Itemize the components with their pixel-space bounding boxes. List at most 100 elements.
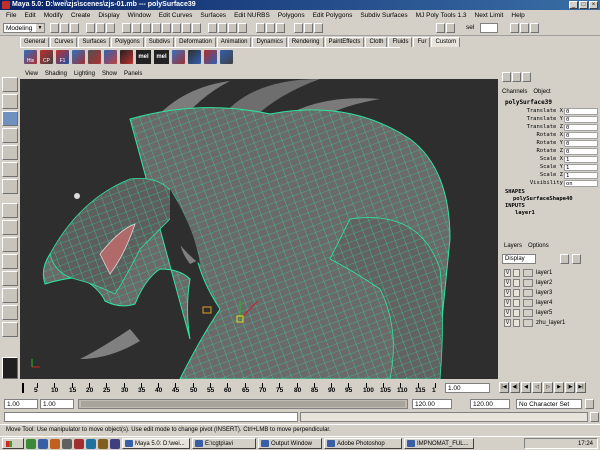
maximize-button[interactable]: □ <box>579 1 588 9</box>
menu-help[interactable]: Help <box>507 12 528 19</box>
menu-modify[interactable]: Modify <box>40 12 67 19</box>
menu-polygons[interactable]: Polygons <box>274 12 309 19</box>
tab-dynamics[interactable]: Dynamics <box>252 37 287 47</box>
visibility-toggle[interactable]: V <box>504 309 511 317</box>
tab-cloth[interactable]: Cloth <box>365 37 388 47</box>
hypershade-layout-icon[interactable] <box>2 271 18 286</box>
quick-select-icon[interactable] <box>436 23 445 33</box>
attr-row[interactable]: Translate Z0 <box>500 124 600 132</box>
template-toggle[interactable] <box>513 309 520 317</box>
select-tool-icon[interactable] <box>2 77 18 92</box>
attr-value[interactable]: 1 <box>564 164 598 171</box>
attr-value[interactable]: 1 <box>564 172 598 179</box>
visibility-toggle[interactable]: V <box>504 289 511 297</box>
attr-value[interactable]: 0 <box>564 108 598 115</box>
mirror-icon[interactable] <box>204 50 217 64</box>
quicklaunch-icon[interactable] <box>98 438 108 449</box>
attr-value[interactable]: on <box>564 180 598 187</box>
attr-value[interactable]: 0 <box>564 140 598 147</box>
step-forward-key-button[interactable]: |▶ <box>565 382 575 393</box>
attr-row[interactable]: Translate Y0 <box>500 116 600 124</box>
select-hierarchy-icon[interactable] <box>86 23 95 33</box>
ipr-render-icon[interactable] <box>304 23 313 33</box>
tab-fluids[interactable]: Fluids <box>388 37 413 47</box>
new-scene-icon[interactable] <box>50 23 59 33</box>
attr-row[interactable]: Rotate X0 <box>500 132 600 140</box>
auto-key-icon[interactable] <box>585 399 594 409</box>
attr-value[interactable]: 1 <box>564 156 598 163</box>
play-forward-button[interactable]: ▷ <box>543 382 553 393</box>
tab-rendering[interactable]: Rendering <box>287 37 324 47</box>
show-tool-settings-icon[interactable] <box>520 23 529 33</box>
visibility-toggle[interactable]: V <box>504 319 511 327</box>
time-slider[interactable] <box>0 379 445 396</box>
object-name[interactable]: polySurface39 <box>505 99 552 106</box>
layer-color-swatch[interactable] <box>523 299 533 307</box>
attr-row[interactable]: Rotate Y0 <box>500 140 600 148</box>
tab-custom[interactable]: Custom <box>431 37 461 47</box>
show-attribute-editor-icon[interactable] <box>510 23 519 33</box>
script-editor-icon[interactable] <box>590 412 599 422</box>
mode-dropdown[interactable]: Modeling ▼ <box>3 23 45 33</box>
quicklaunch-icon[interactable] <box>86 438 96 449</box>
character-set-dropdown[interactable]: No Character Set <box>516 399 582 409</box>
step-back-key-button[interactable]: ◀| <box>510 382 520 393</box>
attr-value[interactable]: 0 <box>564 132 598 139</box>
menu-display[interactable]: Display <box>94 12 123 19</box>
mask-rendering-icon[interactable] <box>182 23 191 33</box>
layer-row[interactable]: Vlayer2 <box>504 279 598 288</box>
freeze-icon[interactable]: F1 <box>56 50 69 64</box>
layer-row[interactable]: Vzhu_layer1 <box>504 319 598 328</box>
current-time-indicator[interactable] <box>22 383 24 393</box>
menu-edit[interactable]: Edit <box>20 12 39 19</box>
mask-misc-icon[interactable] <box>192 23 201 33</box>
snap-curve-icon[interactable] <box>218 23 227 33</box>
attr-row[interactable]: Visibility on <box>500 180 600 188</box>
sel-input[interactable] <box>480 23 498 33</box>
channels-menu[interactable]: Channels <box>502 89 527 95</box>
attr-row[interactable]: Rotate Z0 <box>500 148 600 156</box>
four-view-icon[interactable] <box>2 220 18 235</box>
menu-mj-poly-tools[interactable]: MJ Poly Tools 1.3 <box>412 12 471 19</box>
menu-edit-nurbs[interactable]: Edit NURBS <box>230 12 274 19</box>
tab-painteffects[interactable]: PaintEffects <box>324 37 365 47</box>
layer-color-swatch[interactable] <box>523 269 533 277</box>
mask-deformers-icon[interactable] <box>162 23 171 33</box>
attr-row[interactable]: Scale Y1 <box>500 164 600 172</box>
visibility-toggle[interactable]: V <box>504 299 511 307</box>
layer-row[interactable]: Vlayer3 <box>504 289 598 298</box>
range-slider-handle[interactable] <box>81 401 405 407</box>
taskbar-item[interactable]: IMPNOMAT_FUL... <box>404 438 474 449</box>
playback-start-field[interactable]: 1.00 <box>40 399 74 409</box>
menu-next-limit[interactable]: Next Limit <box>471 12 508 19</box>
menu-subdiv-surfaces[interactable]: Subdiv Surfaces <box>356 12 411 19</box>
go-to-start-button[interactable]: |◀ <box>499 382 509 393</box>
select-object-icon[interactable] <box>96 23 105 33</box>
attr-value[interactable]: 0 <box>564 148 598 155</box>
shape-name[interactable]: polySurfaceShape40 <box>505 196 573 203</box>
tab-surfaces[interactable]: Surfaces <box>78 37 111 47</box>
layer-row[interactable]: Vlayer1 <box>504 269 598 278</box>
quicklaunch-icon[interactable] <box>74 438 84 449</box>
template-toggle[interactable] <box>513 279 520 287</box>
menu-edit-curves[interactable]: Edit Curves <box>155 12 197 19</box>
quicklaunch-icon[interactable] <box>62 438 72 449</box>
menu-create[interactable]: Create <box>67 12 95 19</box>
quicklaunch-icon[interactable] <box>110 438 120 449</box>
template-toggle[interactable] <box>513 269 520 277</box>
title-bar[interactable]: Maya 5.0: D:\wei\zjs\scenes\zjs-01.mb --… <box>0 0 600 10</box>
render-icon[interactable] <box>294 23 303 33</box>
open-scene-icon[interactable] <box>60 23 69 33</box>
mask-surfaces-icon[interactable] <box>152 23 161 33</box>
layer-editor-icon[interactable] <box>512 72 521 82</box>
tab-curves[interactable]: Curves <box>50 37 78 47</box>
panel-menu-view[interactable]: View <box>25 70 38 79</box>
history-icon[interactable]: His <box>24 50 37 64</box>
step-forward-button[interactable]: ▶ <box>554 382 564 393</box>
tool-icon[interactable] <box>2 357 18 379</box>
snap-grid-icon[interactable] <box>208 23 217 33</box>
layers-menu-item[interactable]: Layers <box>504 243 522 249</box>
layer-row[interactable]: Vlayer5 <box>504 309 598 318</box>
taskbar-item[interactable]: Maya 5.0: D:\wei... <box>122 438 190 449</box>
layout-icon[interactable] <box>2 322 18 337</box>
